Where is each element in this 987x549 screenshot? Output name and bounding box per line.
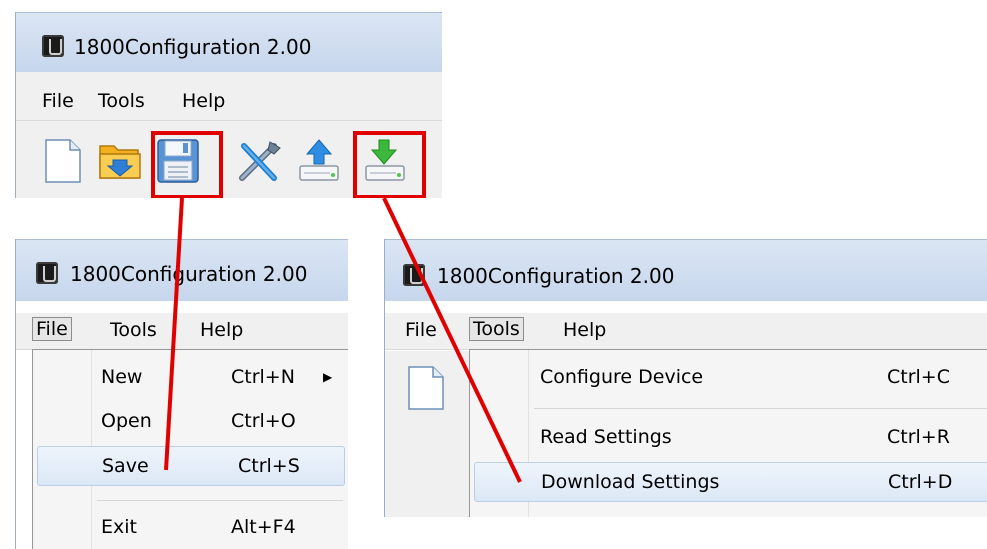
menu-file[interactable]: File xyxy=(42,90,74,112)
window-title: 1800Configuration 2.00 xyxy=(74,35,312,59)
menu-item-configure-device[interactable]: Configure Device Ctrl+C xyxy=(470,358,987,398)
tools-icon xyxy=(239,141,281,181)
title-bar: 1800Configuration 2.00 xyxy=(385,239,987,301)
new-file-icon xyxy=(408,366,444,410)
open-folder-icon xyxy=(99,145,141,179)
menu-item-open[interactable]: Open Ctrl+O xyxy=(33,402,348,442)
menu-item-exit[interactable]: Exit Alt+F4 xyxy=(33,508,348,548)
file-menu-window: 1800Configuration 2.00 File Tools Help N… xyxy=(15,239,348,549)
new-file-button[interactable] xyxy=(405,365,447,410)
new-file-button[interactable] xyxy=(42,138,84,183)
menu-tools[interactable]: Tools xyxy=(469,317,524,341)
main-window: 1800Configuration 2.00 File Tools Help xyxy=(15,12,442,198)
title-bar: 1800Configuration 2.00 xyxy=(16,239,348,301)
menu-bar: File Tools Help xyxy=(385,313,987,350)
menu-help[interactable]: Help xyxy=(182,90,225,112)
menu-item-save[interactable]: Save Ctrl+S xyxy=(37,446,345,486)
menu-bar: File Tools Help xyxy=(16,313,348,350)
configure-button[interactable] xyxy=(236,138,281,181)
menu-tools[interactable]: Tools xyxy=(110,319,157,341)
app-icon xyxy=(36,262,58,284)
menu-separator xyxy=(534,408,987,409)
window-title: 1800Configuration 2.00 xyxy=(437,264,675,288)
menu-item-download-settings[interactable]: Download Settings Ctrl+D xyxy=(474,462,987,502)
menu-help[interactable]: Help xyxy=(563,319,606,341)
menu-file[interactable]: File xyxy=(405,319,437,341)
upload-button[interactable] xyxy=(296,138,339,181)
new-file-icon xyxy=(45,139,81,183)
menu-file[interactable]: File xyxy=(32,317,72,341)
title-bar: 1800Configuration 2.00 xyxy=(16,12,442,72)
menu-help[interactable]: Help xyxy=(200,319,243,341)
tools-menu-window: 1800Configuration 2.00 File Tools Help C… xyxy=(384,239,987,517)
toolbar xyxy=(16,122,442,198)
menu-separator xyxy=(97,500,343,501)
download-highlight-box xyxy=(353,131,426,198)
app-icon xyxy=(42,35,64,57)
tools-dropdown: Configure Device Ctrl+C Read Settings Ct… xyxy=(469,349,987,517)
window-title: 1800Configuration 2.00 xyxy=(70,262,308,286)
open-folder-button[interactable] xyxy=(98,140,141,182)
save-highlight-box xyxy=(151,131,223,198)
menu-tools[interactable]: Tools xyxy=(98,90,145,112)
menu-item-new[interactable]: New Ctrl+N ▶ xyxy=(33,358,348,398)
app-icon xyxy=(403,264,425,286)
submenu-arrow-icon: ▶ xyxy=(323,370,333,384)
menu-bar: File Tools Help xyxy=(16,84,442,121)
menu-item-read-settings[interactable]: Read Settings Ctrl+R xyxy=(470,418,987,458)
file-dropdown: New Ctrl+N ▶ Open Ctrl+O Save Ctrl+S Exi… xyxy=(32,349,348,549)
upload-icon xyxy=(299,139,339,181)
